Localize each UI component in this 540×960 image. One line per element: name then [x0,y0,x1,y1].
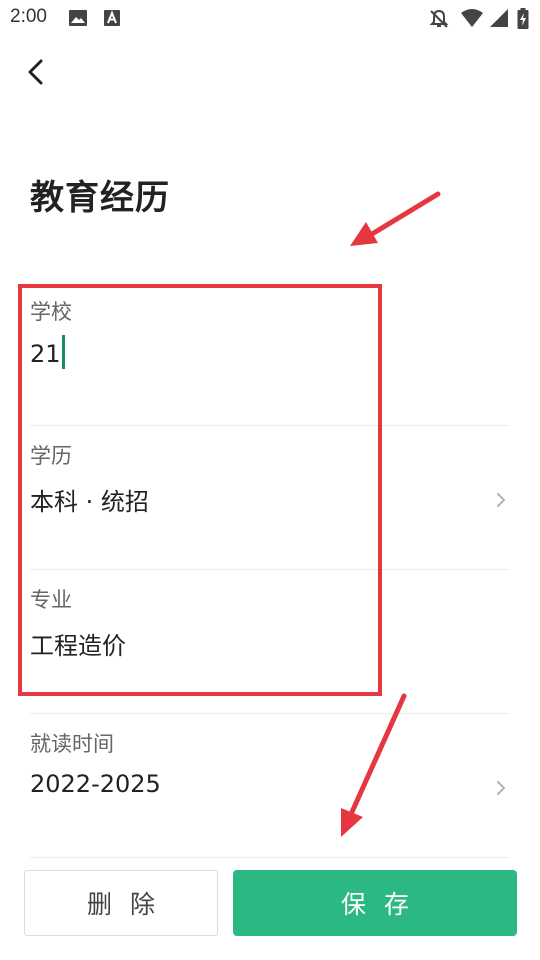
school-input[interactable]: 21 [30,335,65,372]
battery-charging-icon [517,8,529,34]
degree-field[interactable]: 学历 本科 · 统招 [30,426,510,570]
text-notification-icon [102,8,122,32]
chevron-right-icon [497,493,506,507]
chevron-right-icon [497,781,506,795]
annotation-arrow-top [350,191,441,246]
back-button[interactable] [18,52,58,92]
page-title: 教育经历 [30,178,170,218]
major-label: 专业 [30,588,72,612]
period-field[interactable]: 就读时间 2022-2025 [30,714,510,858]
image-icon [68,8,88,32]
status-time: 2:00 [10,6,47,27]
school-value: 21 [30,340,61,368]
status-bar: 2:00 [0,0,540,36]
major-value: 工程造价 [30,632,126,660]
notifications-off-icon [428,8,450,34]
wifi-icon [460,8,484,32]
save-button[interactable]: 保存 [233,870,517,936]
major-field[interactable]: 专业 工程造价 [30,570,510,714]
school-label: 学校 [30,300,72,324]
chevron-left-icon [28,59,43,85]
signal-icon [489,8,509,32]
degree-value: 本科 · 统招 [30,488,149,516]
delete-button[interactable]: 删除 [24,870,218,936]
period-label: 就读时间 [30,732,114,756]
school-field[interactable]: 学校 21 [30,282,510,426]
degree-label: 学历 [30,444,72,468]
text-cursor [61,335,65,369]
period-value: 2022-2025 [30,770,161,798]
